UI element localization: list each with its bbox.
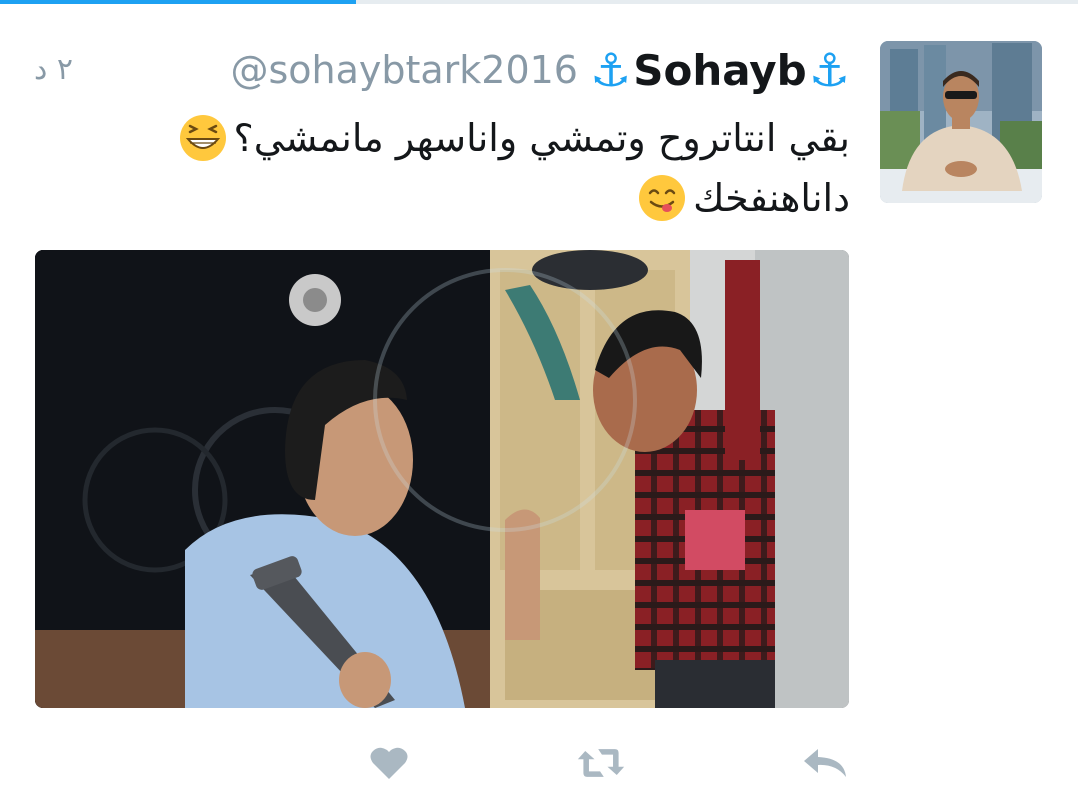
loading-progress-track [0,0,1078,4]
loading-progress-fill [0,0,356,4]
tweet-text-line: بقي انتاتروح وتمشي واناسهر مانمشي؟ [130,108,850,168]
reply-icon [804,749,846,777]
tweet-actions [0,740,1078,790]
tweet-text-line-2: داناهنفخك [693,176,850,220]
tweet-timestamp[interactable]: ٢ د [34,52,73,87]
retweet-button[interactable] [576,740,626,786]
tweet-text-line: داناهنفخك [130,168,850,228]
reply-button[interactable] [800,740,850,786]
meme-photo [35,250,849,708]
like-button[interactable] [364,740,414,786]
tweet-text-line-1: بقي انتاتروح وتمشي واناسهر مانمشي؟ [233,116,850,160]
tweet-media-photo[interactable] [35,250,849,708]
retweet-icon [577,749,625,777]
tweet-header[interactable]: @sohaybtark2016 ⚓ Sohayb ⚓ [230,40,850,100]
avatar-image [880,41,1042,203]
face-savoring-food-emoji [639,175,686,221]
avatar[interactable] [880,41,1042,203]
display-name-text: Sohayb [633,45,807,95]
anchor-icon: ⚓ [808,43,850,97]
anchor-icon: ⚓ [590,43,632,97]
tweet-view: ٢ د @sohaybtark2016 ⚓ Sohayb ⚓ بقي انتات… [0,0,1078,804]
tweet-text: بقي انتاتروح وتمشي واناسهر مانمشي؟ داناه… [130,108,850,228]
grinning-squinting-face-emoji [179,115,226,161]
display-name[interactable]: ⚓ Sohayb ⚓ [590,46,850,95]
user-handle[interactable]: @sohaybtark2016 [230,48,578,92]
heart-icon [370,747,408,779]
